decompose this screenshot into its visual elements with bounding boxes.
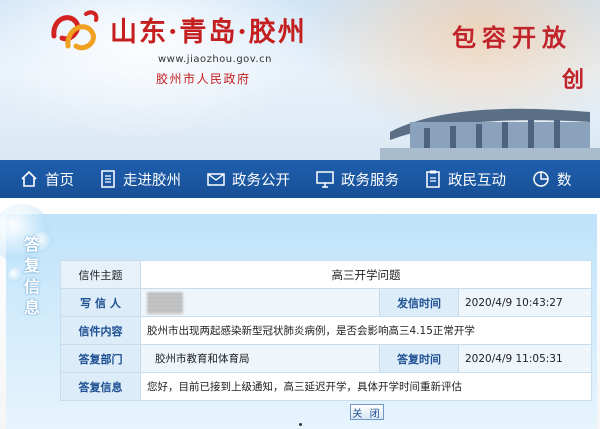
nav-label: 走进胶州 [123, 172, 181, 189]
data-icon [533, 171, 549, 187]
content-value: 胶州市出现两起感染新型冠状肺炎病例，是否会影响高三4.15正常开学 [140, 316, 592, 345]
home-icon [21, 170, 37, 187]
city-logo-icon [51, 10, 99, 51]
header-banner: 山东·青岛·胶州 www.jiaozhou.gov.cn 胶州市人民政府 包容开… [0, 0, 600, 160]
building-illustration [380, 108, 600, 160]
site-title: 山东·青岛·胶州 [110, 17, 307, 48]
nav-item-interaction[interactable]: 政民互动 [425, 169, 506, 190]
document-icon [101, 170, 115, 188]
slogan: 包容开放 [452, 23, 572, 52]
table-row: 写 信 人 发信时间 2020/4/9 10:43:27 [60, 288, 592, 317]
sent-time-value: 2020/4/9 10:43:27 [458, 288, 592, 317]
subject-value: 高三开学问题 [140, 260, 592, 289]
table-row: 答复部门 胶州市教育和体育局 答复时间 2020/4/9 11:05:31 [60, 344, 592, 373]
nav-item-about[interactable]: 走进胶州 [100, 169, 181, 190]
reply-dept-value: 胶州市教育和体育局 [140, 344, 380, 373]
sent-time-label: 发信时间 [379, 288, 459, 317]
reply-value: 您好，目前已接到上级通知，高三延迟开学，具体开学时间重新评估 [140, 372, 592, 401]
main-nav: 首页 走进胶州 政务公开 政务服务 政民互动 数 [0, 160, 600, 198]
nav-label: 政务公开 [232, 172, 290, 189]
close-button[interactable]: 关 闭 [350, 404, 384, 420]
nav-label: 数 [557, 172, 572, 189]
nav-item-data[interactable]: 数 [532, 169, 572, 190]
table-row: 信件主题 高三开学问题 [60, 260, 592, 289]
nav-label: 首页 [45, 172, 74, 189]
nav-label: 政务服务 [341, 172, 399, 189]
cursor-dot [299, 423, 302, 426]
writer-label: 写 信 人 [60, 288, 141, 317]
table-row: 信件内容 胶州市出现两起感染新型冠状肺炎病例，是否会影响高三4.15正常开学 [60, 316, 592, 345]
reply-time-value: 2020/4/9 11:05:31 [458, 344, 592, 373]
writer-value [140, 288, 380, 317]
nav-item-home[interactable]: 首页 [20, 169, 74, 190]
nav-item-open-gov[interactable]: 政务公开 [207, 169, 290, 190]
mail-icon [207, 173, 225, 186]
gov-name: 胶州市人民政府 [156, 72, 251, 86]
panel-side-title: 答复信息 [23, 235, 40, 317]
content-label: 信件内容 [60, 316, 141, 345]
site-url: www.jiaozhou.gov.cn [158, 54, 272, 65]
reply-dept-label: 答复部门 [60, 344, 141, 373]
nav-item-services[interactable]: 政务服务 [316, 169, 399, 190]
redacted-name [147, 291, 183, 314]
subject-label: 信件主题 [60, 260, 141, 289]
clipboard-icon [426, 170, 440, 188]
monitor-icon [316, 170, 334, 188]
letter-info-table: 信件主题 高三开学问题 写 信 人 发信时间 2020/4/9 10:43:27… [60, 260, 592, 401]
reply-time-label: 答复时间 [379, 344, 459, 373]
reply-label: 答复信息 [60, 372, 141, 401]
table-row: 答复信息 您好，目前已接到上级通知，高三延迟开学，具体开学时间重新评估 [60, 372, 592, 401]
nav-label: 政民互动 [448, 172, 506, 189]
